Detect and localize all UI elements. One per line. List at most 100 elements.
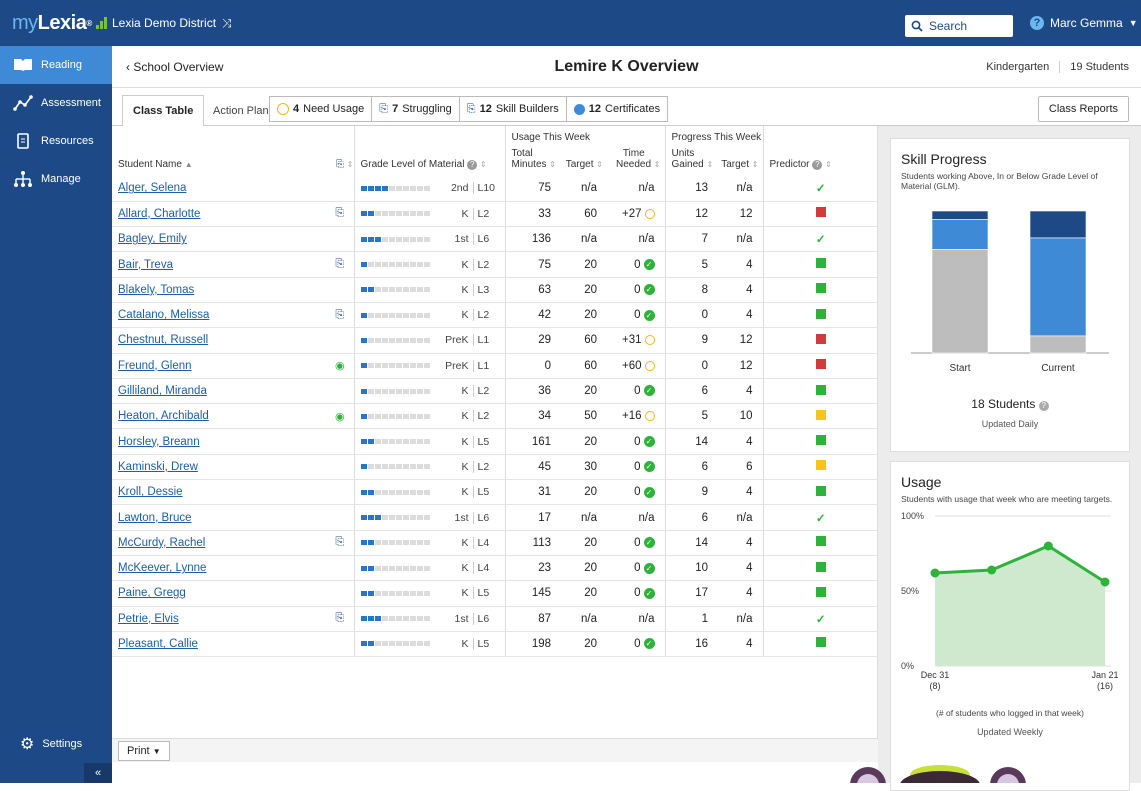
table-row[interactable]: Freund, Glenn ◉ PreK L1 0 60 +60 0 12 — [112, 353, 878, 379]
sidebar-item-settings[interactable]: ⚙ Settings — [0, 729, 112, 759]
col-units-gained[interactable]: Progress This Week Units Gained ⇕ — [664, 126, 761, 176]
student-link[interactable]: Kaminski, Drew — [112, 461, 198, 473]
mylexia-logo[interactable]: my Lexia ® — [0, 12, 112, 35]
certificates-button[interactable]: 12 Certificates — [565, 96, 669, 122]
usage-point[interactable] — [1100, 577, 1110, 587]
sidebar-item-assessment[interactable]: Assessment — [0, 84, 112, 122]
action-plan-cell[interactable] — [326, 226, 354, 253]
action-plan-cell[interactable] — [326, 479, 354, 506]
action-plan-cell[interactable] — [326, 277, 354, 303]
student-link[interactable]: Blakely, Tomas — [112, 284, 194, 296]
class-reports-button[interactable]: Class Reports — [1037, 96, 1129, 122]
action-plan-cell[interactable]: ⎘ — [326, 606, 354, 632]
glm-bar-segment — [374, 489, 381, 495]
help-icon[interactable]: ? — [467, 160, 478, 170]
student-link[interactable]: Gilliland, Miranda — [112, 385, 207, 397]
action-plan-cell[interactable]: ⎘ — [326, 302, 354, 329]
usage-point[interactable] — [930, 568, 940, 578]
table-row[interactable]: Chestnut, Russell PreK L1 29 60 +31 9 12 — [112, 327, 878, 354]
table-row[interactable]: Kroll, Dessie K L5 31 20 0 ✓ 9 4 — [112, 479, 878, 506]
student-link[interactable]: Freund, Glenn — [112, 360, 192, 372]
table-row[interactable]: Blakely, Tomas K L3 63 20 0 ✓ 8 4 — [112, 277, 878, 303]
table-row[interactable]: Paine, Gregg K L5 145 20 0 ✓ 17 4 — [112, 580, 878, 607]
bar-segment[interactable] — [1029, 211, 1087, 239]
action-plan-cell[interactable]: ◉ — [326, 353, 354, 379]
student-link[interactable]: Lawton, Bruce — [112, 512, 192, 524]
glm-bar-segment — [423, 312, 430, 318]
col-total-minutes[interactable]: Usage This Week Total Minutes ⇕ — [504, 126, 590, 176]
clock-icon — [644, 208, 655, 219]
skill-progress-chart[interactable]: Start Current — [891, 195, 1129, 395]
table-row[interactable]: Catalano, Melissa ⎘ K L2 42 20 0 ✓ 0 4 — [112, 302, 878, 329]
struggling-button[interactable]: ⎘ 7 Struggling — [371, 96, 460, 122]
student-link[interactable]: Chestnut, Russell — [112, 334, 208, 346]
action-plan-cell[interactable] — [326, 176, 354, 202]
col-student-name[interactable]: Student Name ▲ — [112, 126, 326, 176]
action-plan-cell[interactable] — [326, 428, 354, 455]
action-plan-cell[interactable] — [326, 327, 354, 354]
student-link[interactable]: Horsley, Breann — [112, 436, 200, 448]
col-glm[interactable]: Grade Level of Material ? ⇕ — [353, 126, 505, 176]
bar-segment[interactable] — [1029, 336, 1087, 354]
action-plan-cell[interactable] — [326, 454, 354, 481]
table-row[interactable]: Allard, Charlotte ⎘ K L2 33 60 +27 12 12 — [112, 201, 878, 228]
student-link[interactable]: Petrie, Elvis — [112, 613, 179, 625]
student-link[interactable]: Alger, Selena — [112, 182, 186, 194]
usage-point[interactable] — [987, 565, 997, 575]
action-plan-cell[interactable]: ⎘ — [326, 201, 354, 228]
bar-segment[interactable] — [931, 211, 989, 221]
usage-chart[interactable]: 0% 50% 100% Dec 31(8) Jan 21(16) — [891, 510, 1129, 702]
bar-segment[interactable] — [1029, 238, 1087, 337]
table-row[interactable]: Gilliland, Miranda K L2 36 20 0 ✓ 6 4 — [112, 378, 878, 405]
search-button[interactable]: Search — [905, 15, 1013, 37]
table-row[interactable]: Petrie, Elvis ⎘ 1st L6 87 n/a n/a 1 n/a ✓ — [112, 606, 878, 632]
help-icon[interactable]: ? — [812, 160, 823, 170]
student-link[interactable]: Catalano, Melissa — [112, 309, 209, 321]
usage-point[interactable] — [1043, 541, 1053, 551]
district-switcher[interactable]: Lexia Demo District ⤨ — [112, 16, 232, 31]
need-usage-button[interactable]: 4 Need Usage — [269, 96, 373, 122]
table-row[interactable]: Pleasant, Callie K L5 198 20 0 ✓ 16 4 — [112, 631, 878, 658]
table-row[interactable]: Bair, Treva ⎘ K L2 75 20 0 ✓ 5 4 — [112, 251, 878, 278]
action-plan-cell[interactable] — [326, 580, 354, 607]
user-menu[interactable]: ? Marc Gemma ▼ — [1030, 16, 1138, 30]
student-link[interactable]: Bagley, Emily — [112, 233, 187, 245]
sidebar-item-reading[interactable]: Reading — [0, 46, 112, 84]
table-row[interactable]: McKeever, Lynne K L4 23 20 0 ✓ 10 4 — [112, 555, 878, 582]
student-link[interactable]: Allard, Charlotte — [112, 208, 200, 220]
sidebar-item-resources[interactable]: Resources — [0, 122, 112, 160]
col-action-plan[interactable]: ⎘ ⇕ — [326, 126, 354, 176]
action-plan-cell[interactable] — [326, 555, 354, 582]
student-link[interactable]: McCurdy, Rachel — [112, 537, 205, 549]
student-link[interactable]: Paine, Gregg — [112, 587, 186, 599]
table-row[interactable]: Horsley, Breann K L5 161 20 0 ✓ 14 4 — [112, 428, 878, 455]
table-row[interactable]: Bagley, Emily 1st L6 136 n/a n/a 7 n/a ✓ — [112, 226, 878, 253]
student-link[interactable]: Kroll, Dessie — [112, 486, 183, 498]
skill-builders-button[interactable]: ⎘ 12 Skill Builders — [458, 96, 567, 122]
action-plan-cell[interactable] — [326, 378, 354, 405]
action-plan-cell[interactable]: ◉ — [326, 403, 354, 430]
back-link[interactable]: ‹ School Overview — [126, 60, 223, 74]
student-link[interactable]: Pleasant, Callie — [112, 638, 198, 650]
action-plan-cell[interactable]: ⎘ — [326, 251, 354, 278]
action-plan-cell[interactable] — [326, 504, 354, 531]
sidebar-item-manage[interactable]: Manage — [0, 160, 112, 198]
action-plan-cell[interactable] — [326, 631, 354, 658]
bar-segment[interactable] — [931, 249, 989, 354]
student-link[interactable]: Heaton, Archibald — [112, 410, 209, 422]
bar-segment[interactable] — [931, 219, 989, 251]
table-row[interactable]: Alger, Selena 2nd L10 75 n/a n/a 13 n/a ✓ — [112, 176, 878, 202]
table-row[interactable]: Kaminski, Drew K L2 45 30 0 ✓ 6 6 — [112, 454, 878, 481]
y-tick-label: 0% — [901, 661, 914, 671]
table-row[interactable]: McCurdy, Rachel ⎘ K L4 113 20 0 ✓ 14 4 — [112, 530, 878, 556]
help-icon[interactable]: ? — [1038, 401, 1049, 412]
table-row[interactable]: Lawton, Bruce 1st L6 17 n/a n/a 6 n/a ✓ — [112, 504, 878, 531]
print-button[interactable]: Print ▼ — [118, 741, 170, 761]
help-icon[interactable]: ? — [1030, 16, 1044, 30]
student-link[interactable]: McKeever, Lynne — [112, 562, 206, 574]
student-link[interactable]: Bair, Treva — [112, 259, 173, 271]
action-plan-cell[interactable]: ⎘ — [326, 530, 354, 556]
table-row[interactable]: Heaton, Archibald ◉ K L2 34 50 +16 5 10 — [112, 403, 878, 430]
collapse-sidebar-button[interactable]: « — [84, 763, 112, 783]
tab-class-table[interactable]: Class Table — [122, 95, 205, 127]
